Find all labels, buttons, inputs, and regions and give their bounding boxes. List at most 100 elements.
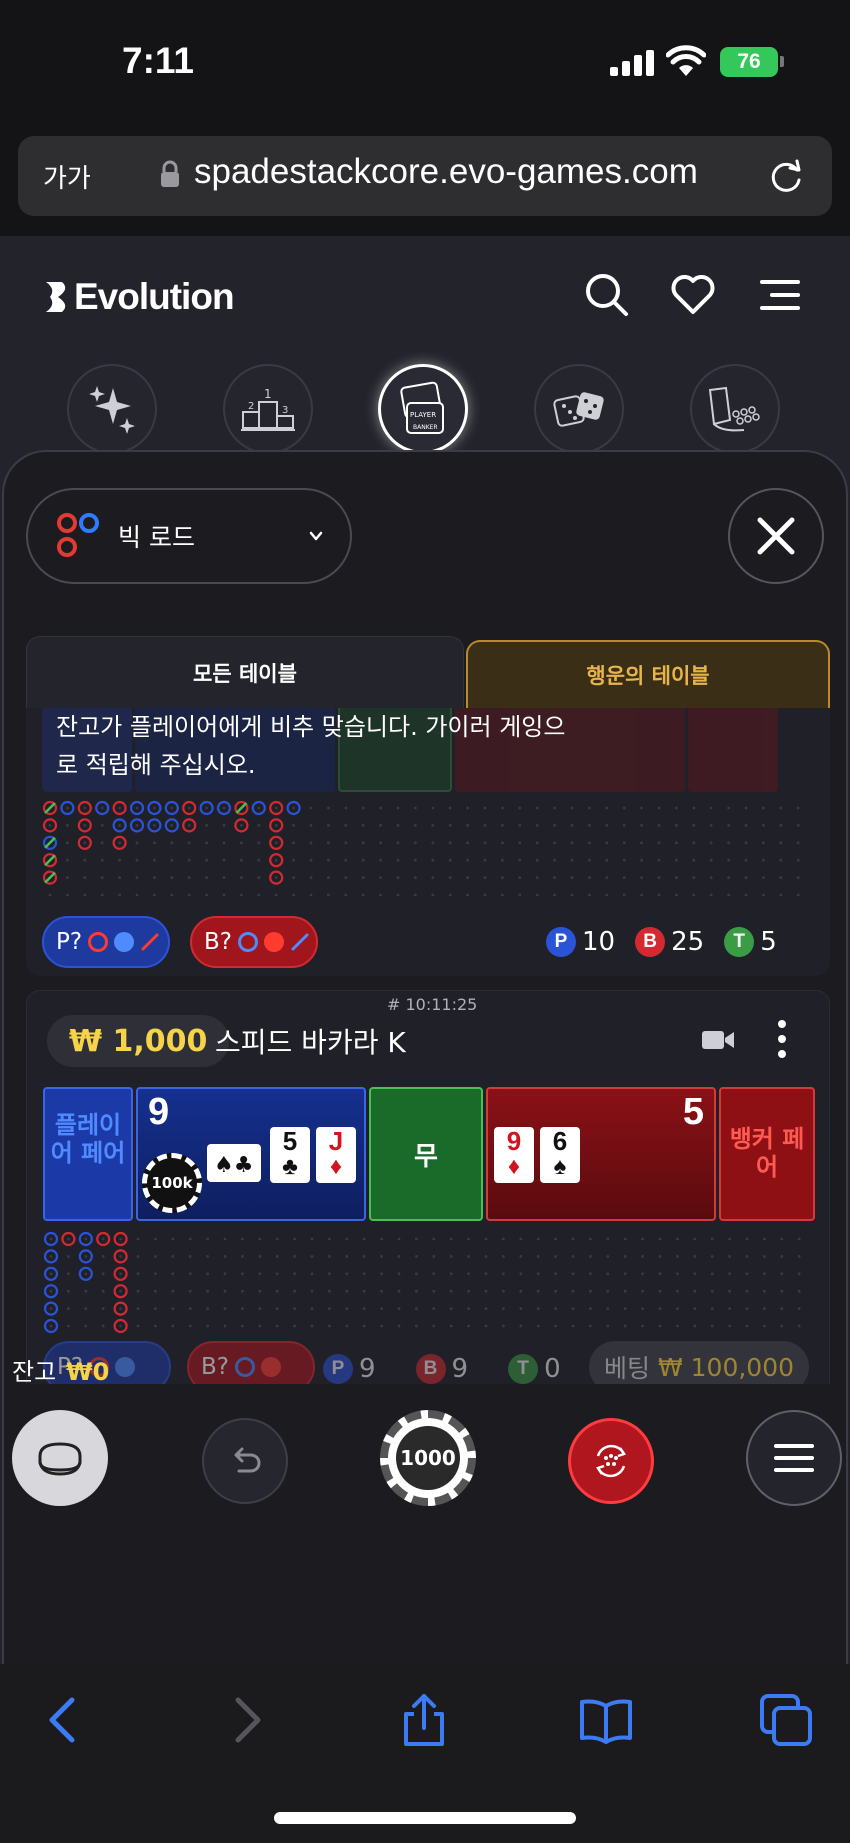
player-win-count: 9	[359, 1354, 376, 1384]
category-baccarat[interactable]: PLAYER BANKER	[378, 364, 468, 454]
road-grid-dot	[136, 1289, 140, 1293]
road-grid-dot	[518, 858, 522, 862]
share-icon[interactable]	[396, 1692, 452, 1748]
text-size-button[interactable]: 가가	[43, 158, 91, 195]
url-text[interactable]: spadestackcore.evo-games.com	[194, 152, 698, 192]
banker-pair-spot[interactable]: 뱅커 페어	[719, 1087, 815, 1221]
favorite-heart-icon[interactable]	[670, 272, 716, 318]
category-roulette[interactable]	[690, 364, 780, 454]
road-grid-dot	[484, 1237, 488, 1241]
road-grid-dot	[66, 858, 69, 862]
more-options-icon[interactable]	[777, 1019, 787, 1059]
banker-prediction-button[interactable]: B?	[190, 916, 318, 968]
road-type-dropdown[interactable]: 빅 로드	[26, 488, 352, 584]
road-grid-dot	[728, 1307, 731, 1310]
road-grid-dot	[710, 1289, 714, 1293]
road-grid-dot	[431, 806, 435, 810]
road-grid-dot	[605, 858, 609, 862]
menu-icon[interactable]	[758, 272, 804, 318]
road-grid-dot	[84, 1307, 88, 1310]
category-featured[interactable]	[67, 364, 157, 454]
road-grid-dot	[379, 876, 382, 879]
player-prediction-button[interactable]: P?	[42, 916, 170, 968]
player-pair-spot[interactable]: 플레이어 페어	[43, 1087, 133, 1221]
card-back-icon: ♠♣	[207, 1144, 261, 1182]
road-grid-dot	[206, 1237, 210, 1241]
road-grid-dot	[171, 1289, 175, 1293]
road-grid-dot	[345, 1307, 349, 1310]
road-grid-dot	[118, 893, 121, 897]
road-grid-dot	[797, 1272, 801, 1276]
road-grid-dot	[101, 1324, 105, 1328]
road-grid-dot	[466, 876, 469, 879]
game-menu-button[interactable]	[746, 1410, 842, 1506]
back-icon[interactable]	[36, 1692, 92, 1748]
banker-prediction-button[interactable]: B?	[187, 1341, 315, 1384]
road-grid-dot	[257, 858, 261, 862]
tab-all-tables[interactable]: 모든 테이블	[26, 636, 464, 708]
table-list[interactable]: 잔고가 플레이어에게 비추 맞습니다. 가이러 게잉으 로 적립해 주십시오. …	[26, 708, 830, 1384]
forward-icon[interactable]	[218, 1692, 274, 1748]
video-camera-icon[interactable]	[701, 1027, 735, 1053]
baccarat-icon: PLAYER BANKER	[400, 381, 444, 434]
auto-bet-button[interactable]	[568, 1418, 654, 1504]
banker-win-count: 9	[451, 1354, 469, 1384]
tie-spot[interactable]: 무	[369, 1087, 483, 1221]
table-name[interactable]: 스피드 바카라 K	[215, 1021, 406, 1061]
tabs-icon[interactable]	[758, 1692, 814, 1748]
address-bar[interactable]: 가가 spadestackcore.evo-games.com	[18, 136, 832, 216]
road-grid-dot	[605, 876, 609, 879]
road-grid-dot	[49, 1289, 53, 1293]
category-bar: 1 2 3 PLAYER BANKER	[0, 364, 850, 460]
road-grid-dot	[502, 1255, 505, 1258]
table-view-button[interactable]	[12, 1410, 108, 1506]
road-grid-dot	[135, 858, 139, 862]
banker-spot[interactable]: 9 ♦ 6 ♠ 5	[486, 1087, 716, 1221]
road-grid-dot	[780, 1289, 784, 1293]
road-grid-dot	[223, 1272, 227, 1276]
category-dice[interactable]	[534, 364, 624, 454]
road-grid-dot	[554, 1255, 557, 1258]
road-grid-dot	[588, 824, 591, 827]
tab-lucky-tables[interactable]: 행운의 테이블	[466, 640, 830, 708]
road-grid-dot	[432, 1324, 436, 1328]
road-grid-dot	[154, 1324, 157, 1328]
evolution-logo[interactable]: Evolution	[44, 274, 235, 320]
road-grid-dot	[553, 806, 556, 810]
bookmarks-icon[interactable]	[578, 1692, 634, 1748]
player-spot[interactable]: 9 100k ♠♣ 5 ♣ J ♦	[136, 1087, 366, 1221]
road-grid-dot	[676, 1255, 679, 1258]
road-grid-dot	[327, 806, 330, 810]
road-grid-dot	[466, 824, 469, 827]
road-grid-dot	[187, 841, 191, 845]
road-grid-dot	[188, 1272, 192, 1276]
category-top-games[interactable]: 1 2 3	[223, 364, 313, 454]
road-grid-dot	[136, 1324, 140, 1328]
road-grid-dot	[518, 841, 522, 845]
road-grid-dot	[84, 1237, 88, 1241]
road-grid-dot	[692, 893, 696, 897]
road-grid-dot	[240, 824, 243, 827]
tie-badge: T	[724, 927, 755, 957]
road-grid-dot	[222, 824, 226, 827]
road-grid-dot	[745, 1255, 749, 1258]
road-grid-dot	[483, 876, 487, 879]
close-button[interactable]	[728, 488, 824, 584]
road-grid-dot	[780, 1237, 784, 1241]
chip-selector[interactable]: 1000	[380, 1410, 476, 1506]
search-icon[interactable]	[584, 272, 630, 318]
road-grid-dot	[396, 858, 400, 862]
road-grid-dot	[467, 1307, 470, 1310]
undo-button[interactable]	[202, 1418, 288, 1504]
road-grid-dot	[484, 1307, 488, 1310]
reload-icon[interactable]	[766, 156, 806, 196]
road-grid-dot	[84, 1272, 88, 1276]
table-card[interactable]: 잔고가 플레이어에게 비추 맞습니다. 가이러 게잉으 로 적립해 주십시오. …	[26, 708, 830, 976]
card-rank: 5	[282, 1126, 298, 1156]
table-tabs: 모든 테이블 행운의 테이블	[26, 636, 830, 708]
road-grid-dot	[763, 1289, 766, 1293]
table-card[interactable]: # 10:11:25 ₩ 1,000 스피드 바카라 K 플레이어 페어 9 1…	[26, 990, 830, 1384]
road-grid-dot	[222, 806, 226, 810]
road-grid-dot	[293, 1324, 296, 1328]
road-grid-dot	[136, 1237, 140, 1241]
